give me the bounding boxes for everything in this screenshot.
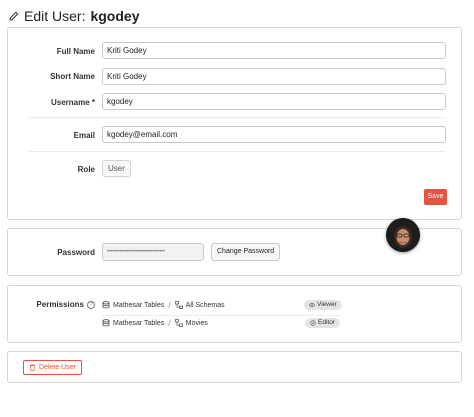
permissions-label-group: Permissions ? [36,300,95,309]
full-name-input[interactable] [102,42,446,59]
danger-zone-card: Delete User [7,351,462,383]
divider [28,117,446,118]
schema-icon [174,319,183,327]
permission-schema: All Schemas [185,301,225,309]
viewer-icon [309,303,315,307]
full-name-label: Full Name [56,47,95,56]
role-value[interactable]: User [102,160,131,177]
path-separator: / [168,318,171,328]
database-icon [102,301,110,309]
avatar[interactable] [386,218,420,252]
page-title-prefix: Edit User: [24,8,86,24]
permissions-card: Permissions ? Mathesar Tables / All Sche… [7,285,462,343]
role-badge-editor[interactable]: Editor [305,318,340,328]
help-icon[interactable]: ? [87,300,95,309]
database-icon [102,319,110,327]
divider [102,315,341,316]
role-label: Role [77,165,95,174]
editor-icon [310,320,316,326]
email-label: Email [73,131,95,140]
permission-database: Mathesar Tables [113,319,165,327]
short-name-label: Short Name [50,72,95,81]
trash-icon [29,364,36,371]
divider [28,151,446,152]
role-badge-viewer[interactable]: Viewer [304,300,342,310]
page-title: Edit User: kgodey [9,7,139,25]
permission-schema: Movies [185,319,208,327]
page-title-username: kgodey [90,8,140,24]
permission-database: Mathesar Tables [113,301,165,309]
password-field: •••••••••••••••••••••••••••••••• [102,243,204,261]
user-details-card: Full Name Short Name Username * Email Ro… [7,27,462,220]
password-label: Password [57,248,95,257]
avatar-photo [386,218,420,252]
delete-user-label: Delete User [39,364,76,371]
short-name-input[interactable] [102,68,446,85]
permissions-label: Permissions [36,300,84,309]
role-badge-label: Editor [318,319,335,326]
pencil-icon [9,11,19,21]
delete-user-button[interactable]: Delete User [23,360,82,375]
save-button[interactable]: Save [424,189,447,205]
change-password-button[interactable]: Change Password [211,243,281,261]
schema-icon [174,301,183,309]
username-label: Username * [50,98,95,107]
email-input[interactable] [102,126,446,143]
path-separator: / [168,300,171,310]
role-badge-label: Viewer [317,301,337,308]
username-input[interactable] [102,93,446,110]
